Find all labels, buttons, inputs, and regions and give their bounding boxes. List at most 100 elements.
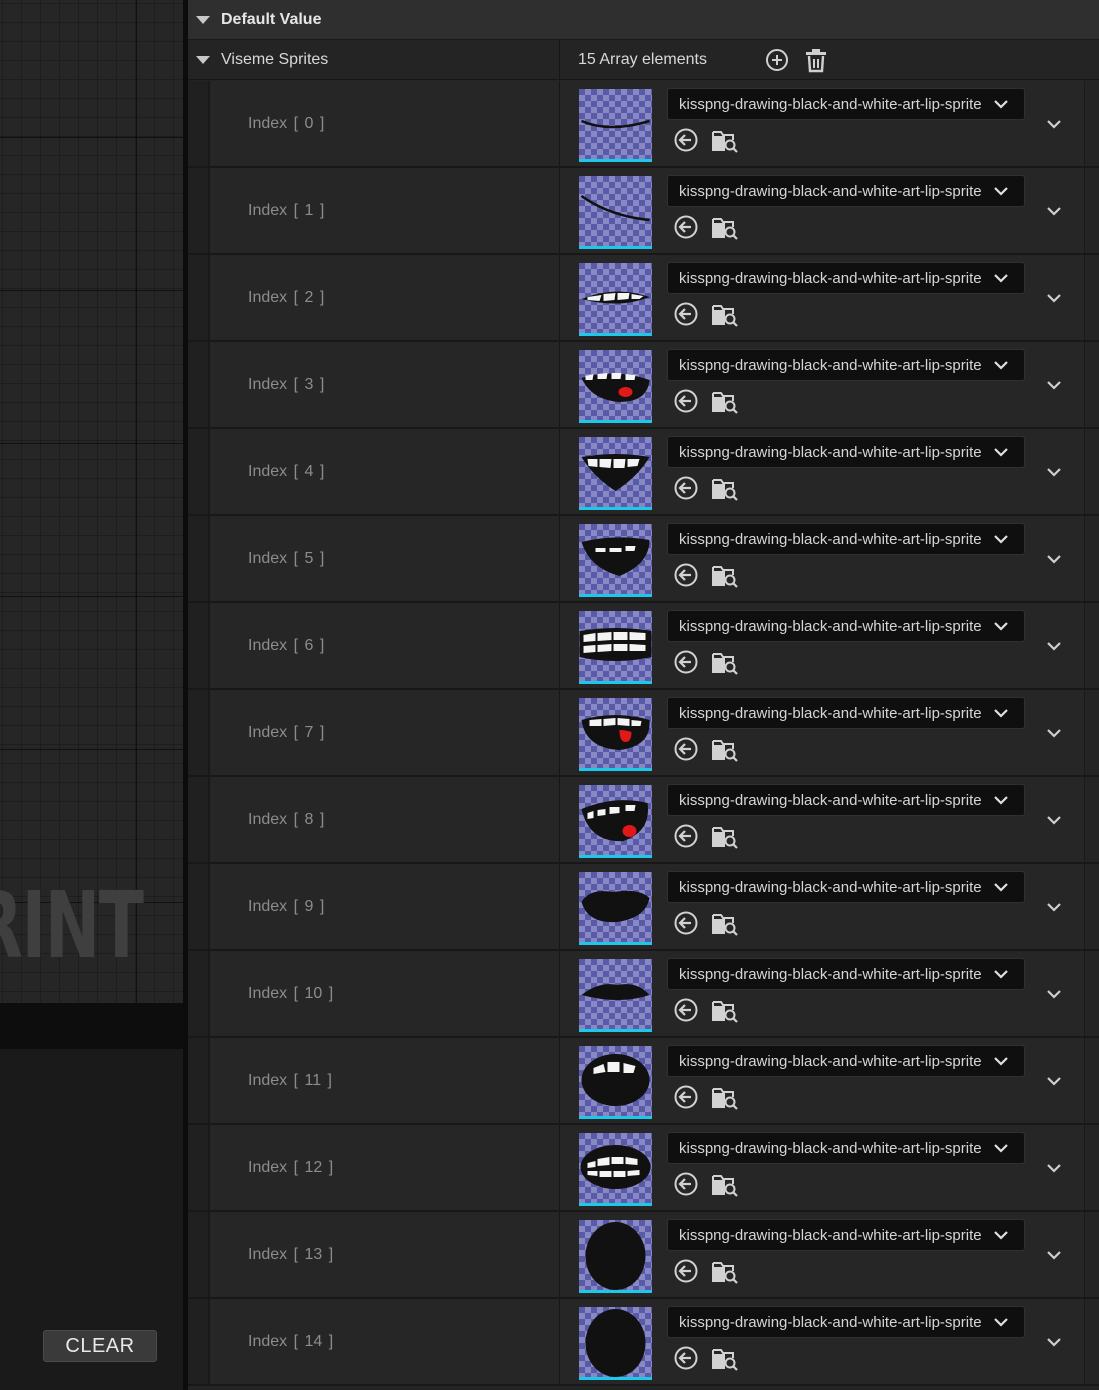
expand-array-triangle-icon[interactable] [196,56,210,64]
asset-picker-combo[interactable]: kisspng-drawing-black-and-white-art-lip-… [667,88,1025,120]
browse-to-asset-button[interactable] [711,1170,739,1198]
use-selected-asset-button[interactable] [673,1345,699,1371]
browse-to-asset-button[interactable] [711,1083,739,1111]
add-element-button[interactable] [765,48,789,72]
expand-row-chevron-icon[interactable] [1046,727,1062,739]
sprite-thumbnail[interactable] [579,524,652,597]
use-selected-asset-button[interactable] [673,649,699,675]
collapse-triangle-icon[interactable] [196,15,210,24]
browse-to-asset-button[interactable] [711,561,739,589]
asset-picker-combo[interactable]: kisspng-drawing-black-and-white-art-lip-… [667,871,1025,903]
browse-to-asset-button[interactable] [711,126,739,154]
use-selected-asset-button[interactable] [673,736,699,762]
mouth-sprite-image [581,373,650,402]
sprite-thumbnail[interactable] [579,437,652,510]
asset-picker-combo[interactable]: kisspng-drawing-black-and-white-art-lip-… [667,697,1025,729]
use-selected-asset-button[interactable] [673,1084,699,1110]
expand-row-chevron-icon[interactable] [1046,1162,1062,1174]
browse-to-asset-button[interactable] [711,909,739,937]
use-selected-asset-button[interactable] [673,1258,699,1284]
sprite-thumbnail[interactable] [579,959,652,1032]
browse-to-asset-button[interactable] [711,1344,739,1372]
expand-row-chevron-icon[interactable] [1046,1249,1062,1261]
delete-all-elements-button[interactable] [804,47,828,73]
default-value-section-header[interactable]: Default Value [188,0,1099,40]
browse-to-asset-button[interactable] [711,300,739,328]
clear-button[interactable]: CLEAR [43,1330,157,1362]
asset-picker-combo[interactable]: kisspng-drawing-black-and-white-art-lip-… [667,958,1025,990]
asset-picker-combo[interactable]: kisspng-drawing-black-and-white-art-lip-… [667,349,1025,381]
element-index-label: Index [ 7 ] [248,723,325,741]
mouth-sprite-image [579,628,652,661]
browse-to-asset-button[interactable] [711,996,739,1024]
asset-picker-combo[interactable]: kisspng-drawing-black-and-white-art-lip-… [667,1306,1025,1338]
mouth-sprite-image [581,800,648,842]
mouth-sprite-image [581,890,650,923]
expand-row-chevron-icon[interactable] [1046,466,1062,478]
browse-to-asset-button[interactable] [711,213,739,241]
asset-picker-combo[interactable]: kisspng-drawing-black-and-white-art-lip-… [667,610,1025,642]
use-selected-asset-button[interactable] [673,562,699,588]
use-selected-asset-button[interactable] [673,388,699,414]
row-scroll-gutter [1084,777,1099,862]
expand-row-chevron-icon[interactable] [1046,118,1062,130]
mouth-sprite-image [580,1145,651,1189]
sprite-thumbnail[interactable] [579,1220,652,1293]
element-index-label: Index [ 11 ] [248,1071,332,1089]
expand-row-chevron-icon[interactable] [1046,988,1062,1000]
asset-picker-combo[interactable]: kisspng-drawing-black-and-white-art-lip-… [667,436,1025,468]
use-selected-asset-button[interactable] [673,475,699,501]
browse-to-asset-button[interactable] [711,474,739,502]
graph-canvas[interactable]: RINT [0,0,183,1003]
element-name-cell: Index [ 7 ] [210,690,560,775]
asset-picker-combo[interactable]: kisspng-drawing-black-and-white-art-lip-… [667,523,1025,555]
sprite-thumbnail[interactable] [579,1307,652,1380]
sprite-thumbnail[interactable] [579,263,652,336]
asset-picker-combo[interactable]: kisspng-drawing-black-and-white-art-lip-… [667,1132,1025,1164]
use-selected-asset-button[interactable] [673,1171,699,1197]
expand-row-chevron-icon[interactable] [1046,1075,1062,1087]
use-selected-asset-button[interactable] [673,997,699,1023]
browse-to-asset-button[interactable] [711,387,739,415]
use-selected-asset-button[interactable] [673,910,699,936]
browse-to-asset-button[interactable] [711,648,739,676]
asset-picker-combo[interactable]: kisspng-drawing-black-and-white-art-lip-… [667,1045,1025,1077]
asset-picker-combo[interactable]: kisspng-drawing-black-and-white-art-lip-… [667,262,1025,294]
arrow-left-circle-icon [674,389,698,413]
sprite-thumbnail[interactable] [579,611,652,684]
sprite-thumbnail[interactable] [579,1133,652,1206]
sprite-thumbnail[interactable] [579,785,652,858]
expand-row-chevron-icon[interactable] [1046,814,1062,826]
sprite-thumbnail[interactable] [579,698,652,771]
folder-search-icon [712,1262,738,1284]
sprite-thumbnail[interactable] [579,1046,652,1119]
asset-picker-combo[interactable]: kisspng-drawing-black-and-white-art-lip-… [667,784,1025,816]
mouth-sprite-image [581,537,650,576]
asset-picker-combo[interactable]: kisspng-drawing-black-and-white-art-lip-… [667,175,1025,207]
expand-row-chevron-icon[interactable] [1046,553,1062,565]
element-name-cell: Index [ 3 ] [210,342,560,427]
asset-name: kisspng-drawing-black-and-white-art-lip-… [679,1140,982,1157]
expand-row-chevron-icon[interactable] [1046,379,1062,391]
sprite-thumbnail[interactable] [579,89,652,162]
use-selected-asset-button[interactable] [673,214,699,240]
expand-row-chevron-icon[interactable] [1046,292,1062,304]
use-selected-asset-button[interactable] [673,127,699,153]
expand-row-chevron-icon[interactable] [1046,901,1062,913]
asset-picker-combo[interactable]: kisspng-drawing-black-and-white-art-lip-… [667,1219,1025,1251]
sprite-thumbnail[interactable] [579,176,652,249]
sprite-thumbnail[interactable] [579,350,652,423]
folder-search-icon [712,914,738,936]
browse-to-asset-button[interactable] [711,735,739,763]
use-selected-asset-button[interactable] [673,301,699,327]
element-index-label: Index [ 3 ] [248,375,325,393]
browse-to-asset-button[interactable] [711,822,739,850]
browse-to-asset-button[interactable] [711,1257,739,1285]
element-index-label: Index [ 6 ] [248,636,325,654]
folder-search-icon [712,566,738,588]
expand-row-chevron-icon[interactable] [1046,1336,1062,1348]
expand-row-chevron-icon[interactable] [1046,205,1062,217]
expand-row-chevron-icon[interactable] [1046,640,1062,652]
sprite-thumbnail[interactable] [579,872,652,945]
use-selected-asset-button[interactable] [673,823,699,849]
